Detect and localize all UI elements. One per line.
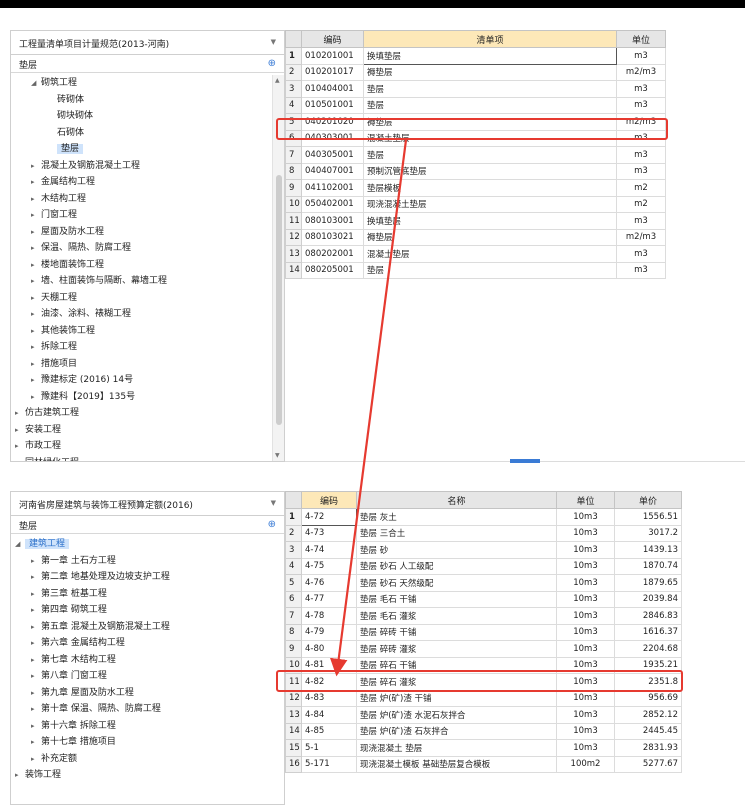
link-arrow [329,139,408,677]
